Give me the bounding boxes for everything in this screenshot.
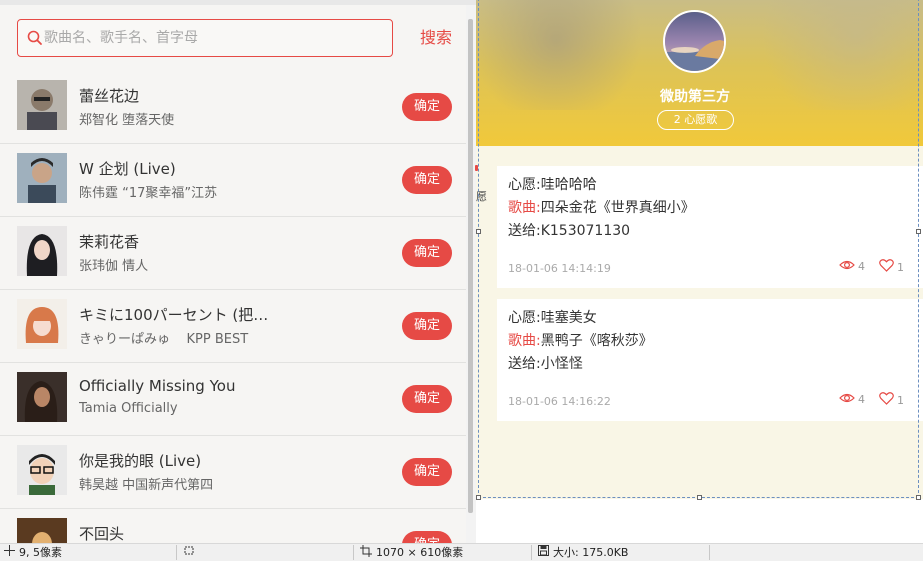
song-artist: 韩昊越 中国新声代第四 bbox=[79, 478, 214, 493]
search-input[interactable] bbox=[44, 21, 384, 55]
scrollbar-thumb[interactable] bbox=[468, 19, 473, 513]
view-count: 4 bbox=[839, 259, 865, 274]
like-button[interactable]: 1 bbox=[879, 392, 904, 408]
wish-card[interactable]: 心愿:哇哈哈哈 歌曲:四朵金花《世界真细小》 送给:K153071130 18-… bbox=[497, 166, 923, 288]
wish-card[interactable]: 心愿:哇塞美女 歌曲:黑鸭子《喀秋莎》 送给:小怪怪 18-01-06 14:1… bbox=[497, 299, 923, 421]
status-bar: 9, 5像素 1070 × 610像素 大小: 175.0KB bbox=[0, 543, 923, 561]
song-row[interactable]: W 企划 (Live) 陈伟霆 “17聚幸福”江苏 确定 bbox=[0, 144, 466, 217]
like-button[interactable]: 1 bbox=[879, 259, 904, 275]
eye-icon bbox=[839, 259, 855, 274]
wish-time: 18-01-06 14:14:19 bbox=[508, 262, 611, 275]
wish-time: 18-01-06 14:16:22 bbox=[508, 395, 611, 408]
song-title: W 企划 (Live) bbox=[79, 160, 176, 178]
recipient-line: 送给:小怪怪 bbox=[508, 356, 583, 372]
save-icon bbox=[538, 545, 549, 561]
heart-icon bbox=[879, 392, 894, 408]
song-title: キミに100パーセント (把… bbox=[79, 306, 269, 324]
crosshair-icon bbox=[4, 545, 15, 561]
song-row[interactable]: キミに100パーセント (把… きゃりーぱみゅ KPP BEST 确定 bbox=[0, 290, 466, 363]
recipient-line: 送给:K153071130 bbox=[508, 223, 631, 239]
search-button[interactable]: 搜索 bbox=[414, 24, 458, 52]
confirm-button[interactable]: 确定 bbox=[402, 239, 452, 267]
song-row[interactable]: 茉莉花香 张玮伽 情人 确定 bbox=[0, 217, 466, 290]
song-line: 歌曲:四朵金花《世界真细小》 bbox=[508, 200, 695, 216]
song-search-panel: 搜索 蕾丝花边 郑智化 堕落天使 确定 W 企划 (Live) 陈伟霆 “17聚… bbox=[0, 0, 476, 543]
song-line: 歌曲:黑鸭子《喀秋莎》 bbox=[508, 333, 653, 349]
confirm-button[interactable]: 确定 bbox=[402, 531, 452, 543]
song-title: 蕾丝花边 bbox=[79, 87, 140, 105]
search-box[interactable] bbox=[17, 19, 393, 57]
crop-icon bbox=[360, 544, 372, 561]
song-artist: 郑智化 堕落天使 bbox=[79, 113, 175, 128]
confirm-button[interactable]: 确定 bbox=[402, 166, 452, 194]
song-row[interactable]: Officially Missing You Tamia Officially … bbox=[0, 363, 466, 436]
song-artist: 陈伟霆 “17聚幸福”江苏 bbox=[79, 186, 218, 201]
song-title: 不回头 bbox=[79, 525, 125, 543]
song-artist: Tamia Officially bbox=[79, 401, 178, 416]
profile-header: 微助第三方 2 心愿歌 bbox=[476, 0, 923, 146]
wish-list: 心愿:哇哈哈哈 歌曲:四朵金花《世界真细小》 送给:K153071130 18-… bbox=[476, 146, 923, 499]
wish-line: 心愿:哇塞美女 bbox=[508, 310, 597, 326]
cursor-position: 9, 5像素 bbox=[4, 545, 62, 561]
side-marker bbox=[475, 165, 478, 171]
song-title: Officially Missing You bbox=[79, 377, 236, 395]
album-cover bbox=[17, 153, 67, 203]
song-title: 茉莉花香 bbox=[79, 233, 140, 251]
song-row[interactable]: 你是我的眼 (Live) 韩昊越 中国新声代第四 确定 bbox=[0, 436, 466, 509]
avatar[interactable] bbox=[663, 10, 726, 73]
wish-count-badge[interactable]: 2 心愿歌 bbox=[657, 110, 734, 130]
album-cover bbox=[17, 372, 67, 422]
search-icon bbox=[26, 29, 44, 47]
song-row[interactable]: 蕾丝花边 郑智化 堕落天使 确定 bbox=[0, 71, 466, 144]
heart-icon bbox=[879, 259, 894, 275]
album-cover bbox=[17, 299, 67, 349]
top-strip bbox=[0, 0, 476, 5]
side-fragment-text: 愿 bbox=[476, 190, 487, 203]
wish-profile-panel: 微助第三方 2 心愿歌 心愿:哇哈哈哈 歌曲:四朵金花《世界真细小》 送给:K1… bbox=[476, 0, 923, 543]
view-count: 4 bbox=[839, 392, 865, 407]
song-title: 你是我的眼 (Live) bbox=[79, 452, 202, 470]
confirm-button[interactable]: 确定 bbox=[402, 312, 452, 340]
album-cover bbox=[17, 226, 67, 276]
wish-line: 心愿:哇哈哈哈 bbox=[508, 177, 597, 193]
canvas-size: 1070 × 610像素 bbox=[360, 544, 463, 561]
eye-icon bbox=[839, 392, 855, 407]
username: 微助第三方 bbox=[660, 89, 730, 105]
song-artist: 张玮伽 情人 bbox=[79, 259, 149, 274]
album-cover bbox=[17, 80, 67, 130]
song-artist: きゃりーぱみゅ KPP BEST bbox=[79, 332, 249, 347]
file-size: 大小: 175.0KB bbox=[538, 545, 628, 561]
selection-size bbox=[183, 545, 195, 561]
left-scrollbar[interactable] bbox=[466, 5, 476, 543]
album-cover bbox=[17, 445, 67, 495]
confirm-button[interactable]: 确定 bbox=[402, 93, 452, 121]
confirm-button[interactable]: 确定 bbox=[402, 458, 452, 486]
confirm-button[interactable]: 确定 bbox=[402, 385, 452, 413]
song-row[interactable]: 不回头 确定 bbox=[0, 509, 466, 543]
album-cover bbox=[17, 518, 67, 543]
selection-icon bbox=[183, 545, 195, 561]
